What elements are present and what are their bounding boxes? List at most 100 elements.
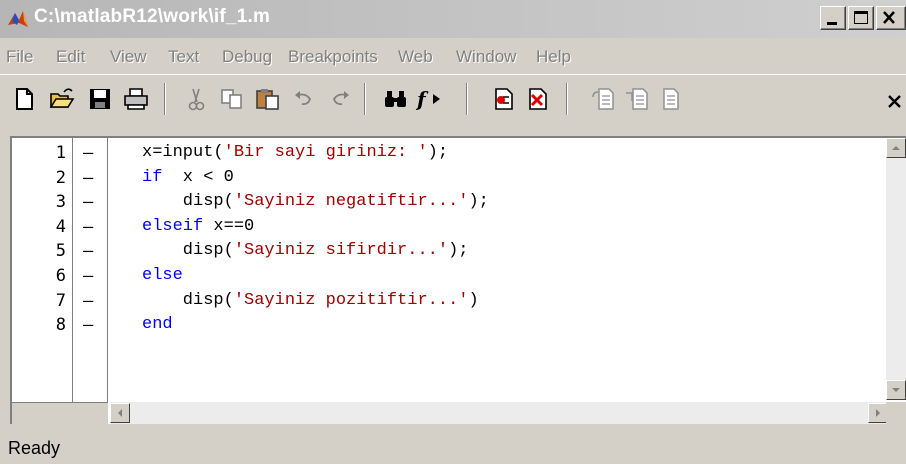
maximize-button[interactable] (848, 6, 874, 30)
line-number: 4 (55, 216, 66, 237)
arrow-up-icon (892, 146, 900, 150)
code-text: ); (448, 241, 469, 261)
code-line[interactable]: x=input('Bir sayi giriniz: '); (142, 143, 448, 162)
code-line[interactable]: if x < 0 (142, 168, 234, 187)
save-button[interactable] (86, 85, 114, 113)
breakpoint-marker[interactable]: – (83, 241, 93, 261)
function-icon: f (415, 87, 440, 111)
code-line[interactable]: disp('Sayiniz sifirdir...'); (142, 241, 469, 261)
undo-button[interactable] (290, 85, 318, 113)
code-text: x < 0 (162, 167, 234, 187)
title-bar[interactable]: C:\matlabR12\work\if_1.m (0, 0, 906, 38)
vertical-scrollbar[interactable] (886, 138, 906, 400)
clear-breakpoints-button[interactable] (524, 85, 552, 113)
breakpoint-marker[interactable]: – (83, 315, 93, 335)
menu-file[interactable]: File (6, 47, 33, 67)
step-in-icon (626, 88, 648, 110)
line-number: 8 (55, 315, 66, 336)
code-area[interactable]: x=input('Bir sayi giriniz: '); if x < 0 d… (110, 138, 888, 400)
open-file-button[interactable] (48, 85, 76, 113)
code-text: disp( (142, 290, 234, 310)
breakpoint-marker[interactable]: – (83, 266, 93, 286)
close-icon (883, 11, 895, 24)
code-line[interactable]: disp('Sayiniz pozitiftir...') (142, 291, 479, 310)
find-icon (385, 91, 406, 107)
horizontal-scrollbar[interactable] (110, 402, 888, 424)
scrollbar-corner (886, 402, 906, 424)
exit-debug-button[interactable] (886, 85, 906, 113)
paste-button[interactable] (254, 85, 282, 113)
menu-help[interactable]: Help (536, 47, 571, 67)
menu-web[interactable]: Web (398, 47, 433, 67)
menu-text[interactable]: Text (168, 47, 199, 67)
code-text: disp( (142, 241, 234, 261)
code-text: ); (468, 192, 489, 212)
step-in-button[interactable] (624, 85, 652, 113)
menu-view[interactable]: View (110, 47, 147, 67)
arrow-left-icon (118, 409, 122, 417)
line-number: 1 (55, 143, 66, 163)
print-button[interactable] (122, 85, 150, 113)
find-button[interactable] (382, 85, 410, 113)
breakpoint-marker[interactable]: – (83, 217, 93, 237)
svg-text:f: f (415, 87, 429, 111)
step-out-button[interactable] (658, 85, 686, 113)
status-bar: Ready (0, 430, 906, 464)
code-line[interactable]: end (142, 315, 173, 334)
scroll-left-button[interactable] (110, 403, 130, 423)
minimize-button[interactable] (820, 6, 846, 30)
scroll-up-button[interactable] (886, 138, 906, 158)
breakpoint-marker[interactable]: – (83, 291, 93, 311)
line-number: 3 (55, 192, 66, 213)
function-button[interactable]: f (414, 85, 450, 113)
print-icon (124, 88, 148, 110)
line-number: 5 (55, 241, 66, 262)
breakpoint-marker[interactable]: – (83, 143, 93, 163)
code-text: x=input( (142, 143, 224, 162)
toolbar-separator (466, 83, 468, 115)
new-file-icon (16, 88, 33, 110)
code-keyword: else (142, 266, 183, 285)
code-editor[interactable]: 1 2 3 4 5 6 7 8 – – – – – – – – x=input('Bir sayi giri… (10, 136, 906, 424)
paste-icon (256, 89, 279, 110)
code-keyword: end (142, 315, 173, 335)
breakpoint-marker[interactable]: – (83, 192, 93, 212)
line-number-gutter: 1 2 3 4 5 6 7 8 (12, 138, 73, 424)
line-number: 6 (55, 266, 66, 286)
line-number: 7 (55, 290, 66, 311)
close-button[interactable] (876, 6, 906, 30)
window-title: C:\matlabR12\work\if_1.m (34, 6, 271, 27)
breakpoint-marker[interactable]: – (83, 168, 93, 188)
scroll-right-button[interactable] (868, 403, 888, 423)
cut-button[interactable] (182, 85, 210, 113)
code-line[interactable]: else (142, 266, 183, 285)
copy-button[interactable] (218, 85, 246, 113)
toolbar-separator (566, 83, 568, 115)
step-out-icon (663, 88, 679, 110)
code-keyword: elseif (142, 216, 204, 236)
scroll-down-button[interactable] (886, 380, 906, 400)
menu-bar: File Edit View Text Debug Breakpoints We… (0, 38, 906, 74)
menu-breakpoints[interactable]: Breakpoints (288, 47, 378, 67)
menu-edit[interactable]: Edit (56, 47, 85, 67)
set-breakpoint-button[interactable] (490, 85, 518, 113)
toolbar-separator (364, 83, 366, 115)
code-line[interactable]: elseif x==0 (142, 217, 254, 236)
redo-button[interactable] (326, 85, 354, 113)
breakpoint-gutter[interactable]: – – – – – – – – (74, 138, 108, 424)
maximize-icon (854, 11, 868, 24)
redo-icon (333, 91, 349, 106)
code-keyword: if (142, 167, 163, 187)
new-file-button[interactable] (10, 85, 38, 113)
code-text: ) (468, 290, 479, 310)
code-string: 'Sayiniz sifirdir...' (233, 241, 449, 261)
menu-debug[interactable]: Debug (222, 47, 272, 67)
menu-window[interactable]: Window (456, 47, 516, 67)
code-line[interactable]: disp('Sayiniz negatiftir...'); (142, 192, 489, 211)
gutter-scroll-spacer (12, 402, 108, 424)
code-string: 'Sayiniz pozitiftir...' (233, 290, 469, 310)
set-breakpoint-icon (495, 88, 513, 110)
line-number: 2 (55, 167, 66, 188)
step-button[interactable] (590, 85, 618, 113)
cut-icon (188, 88, 205, 111)
